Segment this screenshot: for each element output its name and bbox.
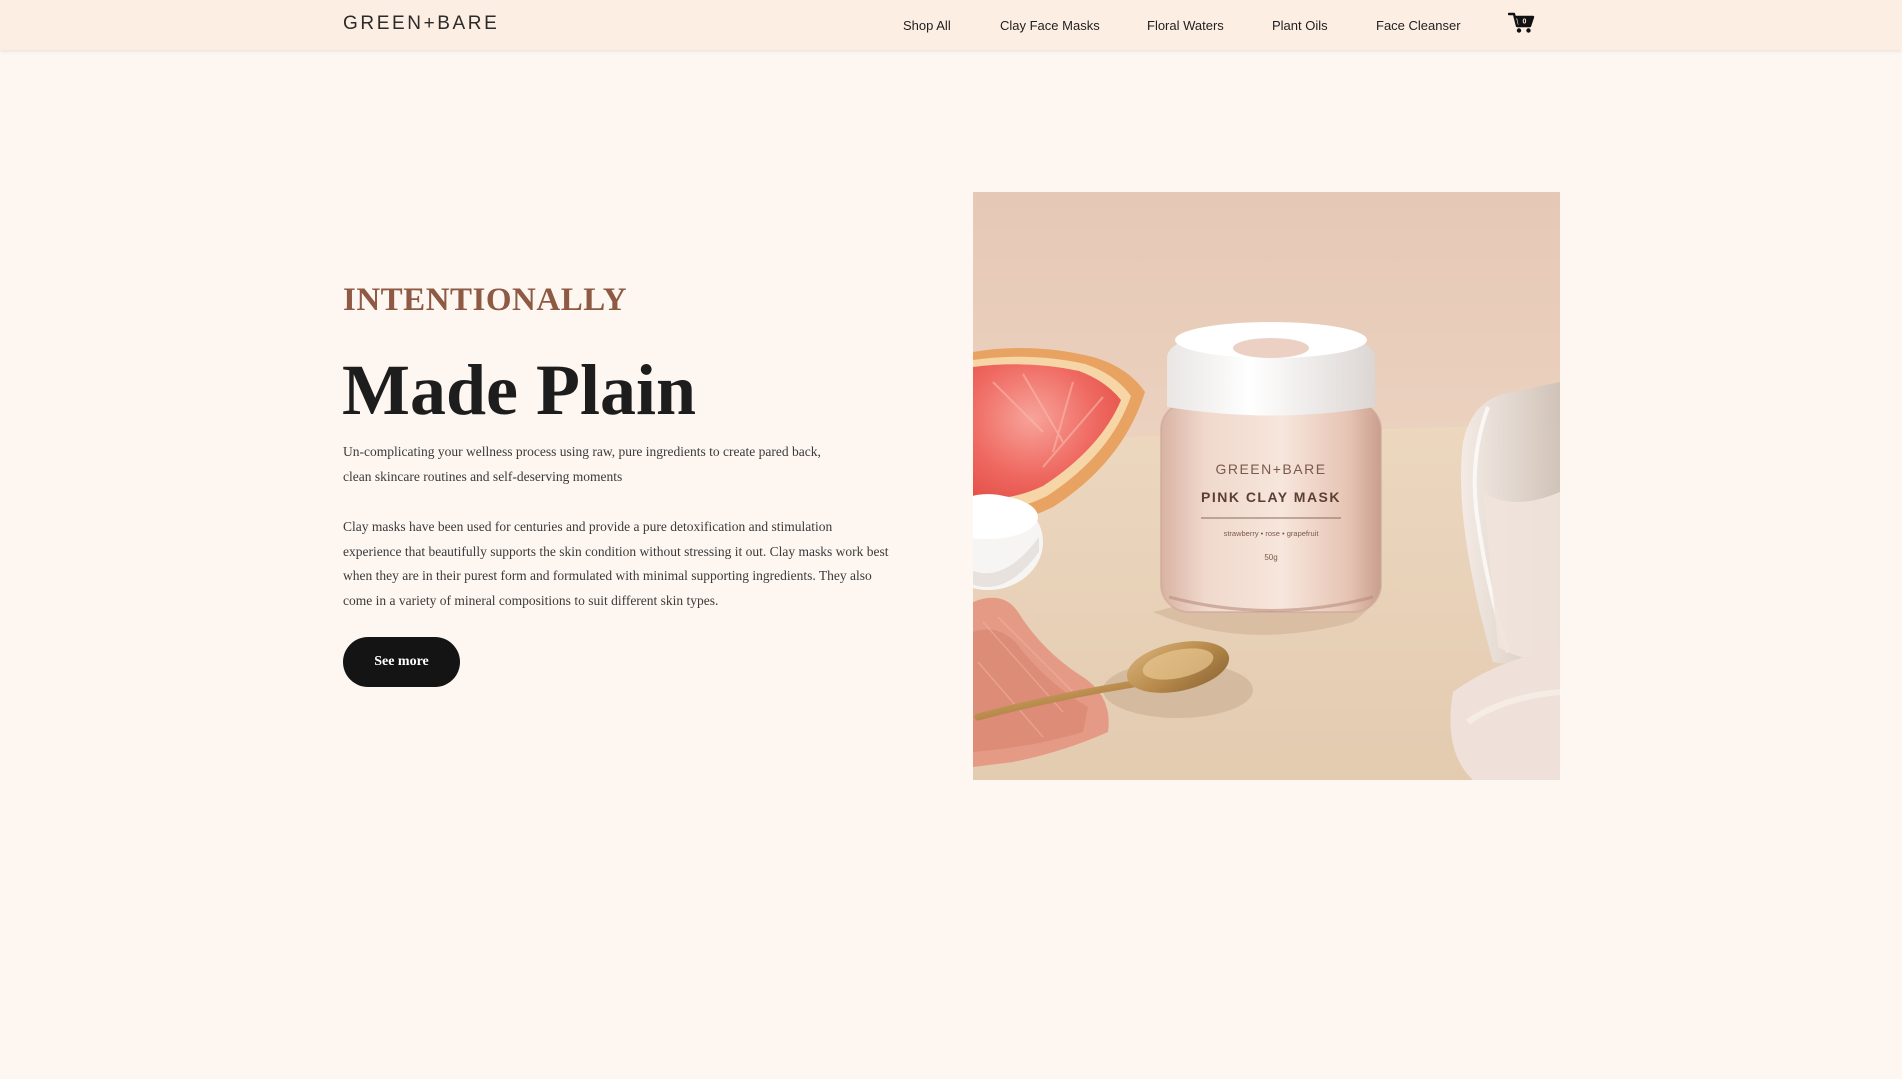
jar-brand-text: GREEN+BARE (1215, 461, 1326, 477)
svg-text:0: 0 (1523, 19, 1527, 26)
body-line: experience that beautifully supports the… (343, 543, 889, 559)
jar-weight-text: 50g (1264, 553, 1277, 562)
body-line: when they are in their purest form and f… (343, 568, 872, 583)
body-line: Clay masks have been used for centuries … (343, 519, 833, 534)
intro-line: Un-complicating your wellness process us… (343, 444, 821, 459)
nav-floral-waters[interactable]: Floral Waters (1147, 18, 1224, 33)
jar-ingredients-text: strawberry • rose • grapefruit (1224, 529, 1320, 538)
hero-headline: Made Plain (342, 350, 696, 430)
hero-intro-paragraph: Un-complicating your wellness process us… (343, 440, 883, 489)
intro-line: clean skincare routines and self-deservi… (343, 468, 623, 484)
jar-product-text: PINK CLAY MASK (1201, 489, 1341, 505)
hero-body-paragraph: Clay masks have been used for centuries … (343, 515, 943, 613)
site-header: GREEN+BARE Shop All Clay Face Masks Flor… (0, 0, 1902, 50)
nav-clay-face-masks[interactable]: Clay Face Masks (1000, 18, 1100, 33)
product-hero-image: GREEN+BARE PINK CLAY MASK strawberry • r… (973, 192, 1560, 780)
nav-shop-all[interactable]: Shop All (903, 18, 951, 33)
pink-clay-mask-illustration: GREEN+BARE PINK CLAY MASK strawberry • r… (973, 192, 1560, 780)
see-more-button[interactable]: See more (343, 637, 460, 687)
main-nav: Shop All Clay Face Masks Floral Waters P… (0, 0, 1902, 50)
body-line: come in a variety of mineral composition… (343, 592, 719, 608)
nav-plant-oils[interactable]: Plant Oils (1272, 18, 1328, 33)
hero-eyebrow: INTENTIONALLY (343, 282, 628, 318)
shopping-cart-icon[interactable]: 0 (1507, 11, 1536, 35)
nav-face-cleanser[interactable]: Face Cleanser (1376, 18, 1461, 33)
